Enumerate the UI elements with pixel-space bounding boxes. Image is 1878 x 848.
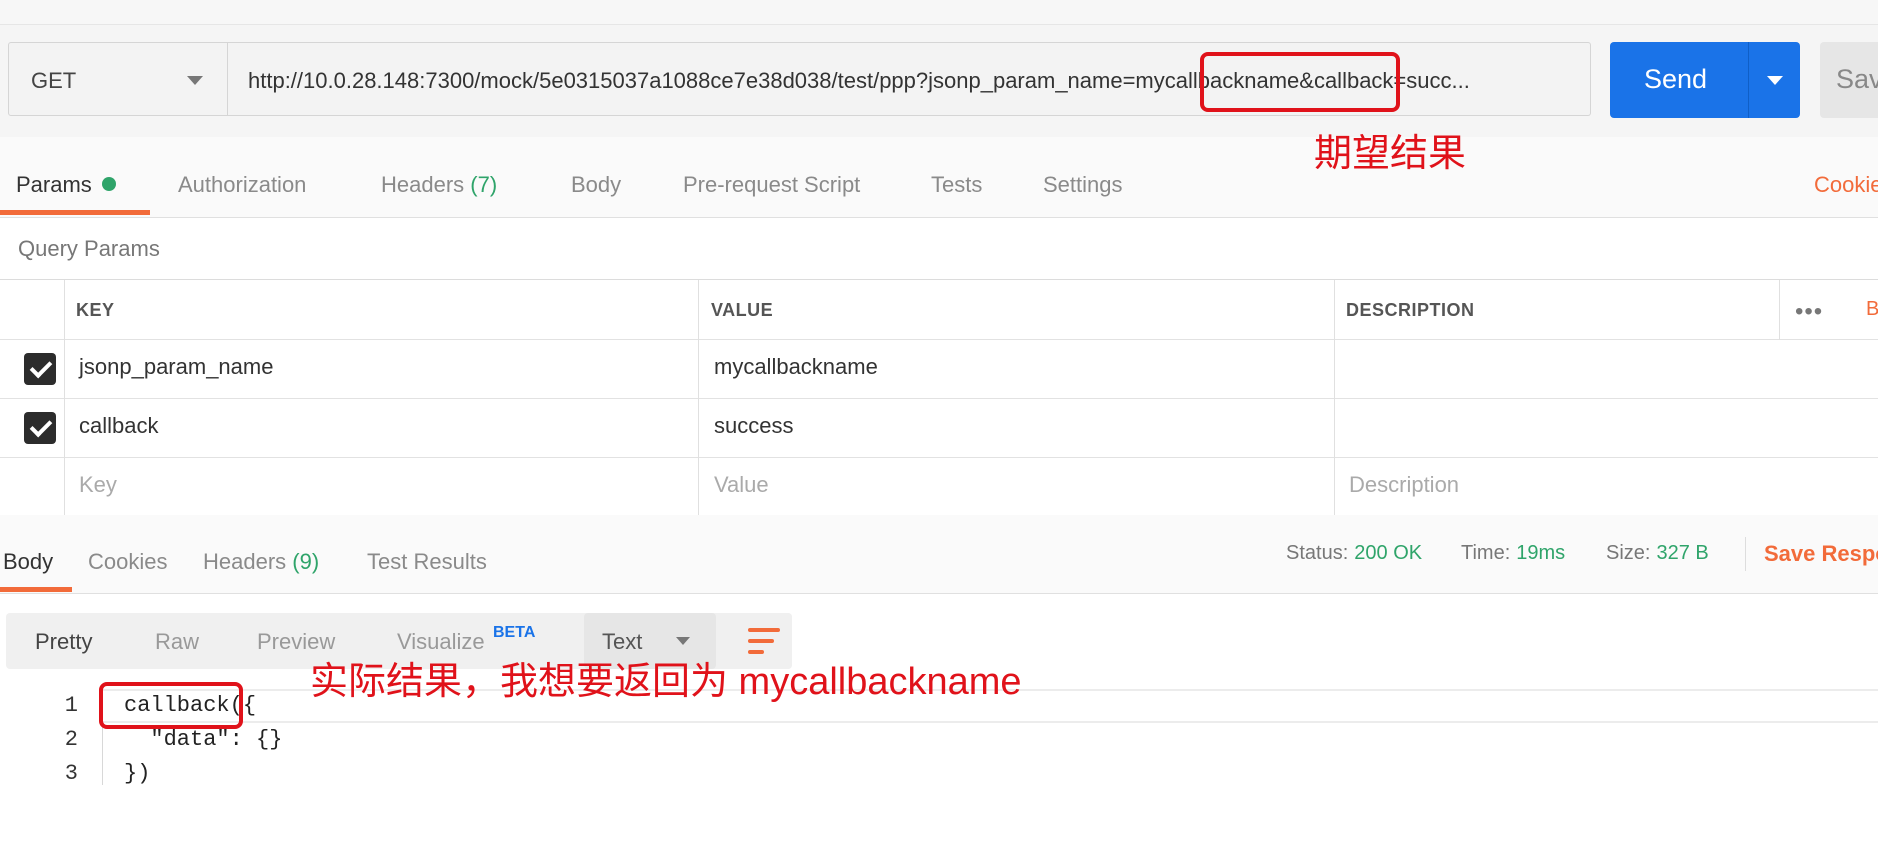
cookies-link[interactable]: Cookie [1814, 172, 1878, 198]
response-tab-body[interactable]: Body [3, 549, 53, 575]
response-tabs: Body Cookies Headers (9) Test Results St… [0, 515, 1878, 594]
expected-highlight-box [1200, 52, 1400, 112]
column-divider [1334, 280, 1335, 516]
code-line: "data": {} [124, 727, 283, 752]
status-divider [1745, 537, 1746, 571]
table-row-new: Key Value Description [0, 458, 1878, 516]
column-description: DESCRIPTION [1346, 300, 1475, 320]
send-button[interactable]: Send [1610, 42, 1800, 118]
send-options-chevron-icon[interactable] [1767, 76, 1783, 85]
status-value: 200 OK [1354, 542, 1423, 564]
send-label: Send [1644, 64, 1708, 94]
query-params-table: KEY VALUE DESCRIPTION ••• B jsonp_param_… [0, 279, 1878, 517]
wrap-line-2 [748, 639, 774, 643]
param-key[interactable]: jsonp_param_name [79, 354, 273, 380]
chevron-down-icon [187, 76, 203, 85]
response-tab-body-underline [0, 587, 72, 592]
actual-annotation: 实际结果，我想要返回为 mycallbackname [310, 661, 1022, 703]
status-label: Status: [1286, 542, 1349, 564]
save-label: Sav [1836, 64, 1878, 94]
line-number: 2 [64, 727, 78, 752]
line-number: 1 [64, 693, 78, 718]
response-tab-cookies[interactable]: Cookies [88, 549, 167, 575]
code-line: }) [124, 761, 151, 786]
more-options-icon[interactable]: ••• [1795, 298, 1823, 326]
response-tab-test-results[interactable]: Test Results [367, 549, 487, 575]
bulk-edit-link[interactable]: B [1866, 298, 1878, 321]
beta-badge: BETA [493, 624, 536, 641]
tab-tests[interactable]: Tests [931, 172, 982, 198]
size-value: 327 B [1656, 542, 1709, 564]
send-divider [1748, 42, 1749, 118]
column-value: VALUE [711, 300, 774, 320]
tab-body[interactable]: Body [571, 172, 621, 198]
column-divider [698, 280, 699, 516]
save-button[interactable]: Sav [1820, 42, 1878, 118]
response-tab-headers-label: Headers [203, 549, 287, 574]
time-readout: Time: 19ms [1461, 542, 1565, 565]
request-tabs: Params Authorization Headers (7) Body Pr… [0, 137, 1878, 218]
tab-prerequest-script[interactable]: Pre-request Script [683, 172, 860, 198]
wrap-line-1 [748, 628, 780, 632]
actual-highlight-box [99, 682, 243, 729]
tab-params-label: Params [16, 172, 92, 197]
save-response-button[interactable]: Save Respo [1764, 541, 1878, 567]
row-checkbox[interactable] [24, 412, 56, 444]
table-row: jsonp_param_name mycallbackname [0, 340, 1878, 399]
response-editor[interactable]: 1 callback({ 2 "data": {} 3 }) [0, 680, 1878, 848]
expected-annotation: 期望结果 [1314, 133, 1467, 175]
query-params-title: Query Params [18, 236, 160, 261]
tab-headers[interactable]: Headers (7) [381, 172, 497, 198]
response-headers-count: (9) [292, 549, 320, 574]
method-value: GET [31, 68, 77, 93]
column-key: KEY [76, 300, 115, 320]
value-placeholder[interactable]: Value [714, 472, 769, 498]
table-header-row: KEY VALUE DESCRIPTION ••• B [0, 280, 1878, 340]
param-value[interactable]: mycallbackname [714, 354, 878, 380]
status-readout: Status: 200 OK [1286, 542, 1422, 565]
time-label: Time: [1461, 542, 1511, 564]
param-key[interactable]: callback [79, 413, 158, 439]
time-value: 19ms [1516, 542, 1566, 564]
format-raw[interactable]: Raw [155, 629, 199, 655]
format-pretty[interactable]: Pretty [35, 629, 92, 655]
method-select[interactable]: GET [8, 42, 228, 116]
line-number: 3 [64, 761, 78, 786]
chevron-down-icon [676, 637, 690, 645]
tab-settings[interactable]: Settings [1043, 172, 1123, 198]
table-row: callback success [0, 399, 1878, 458]
tab-params[interactable]: Params [16, 172, 116, 198]
tab-headers-count: (7) [470, 172, 498, 197]
description-placeholder[interactable]: Description [1349, 472, 1459, 498]
param-value[interactable]: success [714, 413, 793, 439]
window-top-strip [0, 0, 1878, 25]
column-divider [1779, 280, 1780, 340]
response-tab-headers[interactable]: Headers (9) [203, 549, 319, 575]
tab-headers-label: Headers [381, 172, 465, 197]
tab-authorization[interactable]: Authorization [178, 172, 306, 198]
column-divider [64, 280, 65, 516]
tab-params-underline [0, 210, 150, 215]
params-active-dot [101, 177, 116, 191]
key-placeholder[interactable]: Key [79, 472, 117, 498]
size-label: Size: [1606, 542, 1651, 564]
row-checkbox[interactable] [24, 353, 56, 385]
size-readout: Size: 327 B [1606, 542, 1709, 565]
